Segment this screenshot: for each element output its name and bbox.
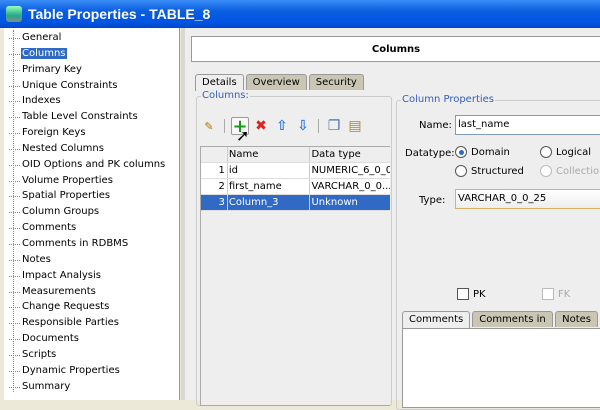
tree-item-label: Measurements bbox=[22, 285, 96, 297]
title-bar: Table Properties - TABLE_8 bbox=[0, 0, 600, 28]
tree-item-label: Responsible Parties bbox=[22, 317, 119, 329]
datatype-label: Datatype: bbox=[405, 148, 455, 159]
radio-domain[interactable]: Domain bbox=[455, 146, 510, 158]
tree-item-foreign-keys[interactable]: Foreign Keys bbox=[4, 125, 179, 141]
tree-item-primary-key[interactable]: Primary Key bbox=[4, 62, 179, 78]
radio-structured[interactable]: Structured bbox=[455, 165, 524, 177]
tab-overview[interactable]: Overview bbox=[245, 74, 307, 90]
tree-item-notes[interactable]: Notes bbox=[4, 252, 179, 268]
tree-item-summary[interactable]: Summary bbox=[4, 379, 179, 395]
delete-column-button[interactable]: ✖ bbox=[252, 117, 270, 135]
tree-item-change-requests[interactable]: Change Requests bbox=[4, 299, 179, 315]
columns-group: Columns: ✎ + ✖ ⇧ ⇩ ❐ ▤ Name Data type 1i… bbox=[196, 90, 392, 406]
tab-comments[interactable]: Comments bbox=[402, 311, 471, 328]
comments-textarea[interactable] bbox=[402, 328, 600, 408]
tree-item-dynamic-properties[interactable]: Dynamic Properties bbox=[4, 363, 179, 379]
tree-item-label: Foreign Keys bbox=[22, 127, 86, 139]
tree-item-label: Table Level Constraints bbox=[22, 111, 138, 123]
tree-item-label: Scripts bbox=[22, 348, 57, 360]
tree-item-measurements[interactable]: Measurements bbox=[4, 284, 179, 300]
paste-icon[interactable]: ▤ bbox=[346, 117, 364, 135]
edit-icon[interactable]: ✎ bbox=[200, 117, 218, 135]
columns-group-label: Columns: bbox=[201, 90, 250, 101]
tree-item-columns[interactable]: Columns bbox=[4, 46, 179, 62]
tree-item-label: Comments bbox=[22, 222, 77, 234]
tree-item-responsible-parties[interactable]: Responsible Parties bbox=[4, 315, 179, 331]
tree-item-label: OID Options and PK columns bbox=[22, 158, 166, 170]
tree-item-label: Impact Analysis bbox=[22, 269, 101, 281]
tree-item-nested-columns[interactable]: Nested Columns bbox=[4, 141, 179, 157]
tree-item-label: Change Requests bbox=[22, 301, 110, 313]
tab-details[interactable]: Details bbox=[195, 74, 244, 91]
type-label: Type: bbox=[419, 195, 446, 206]
name-input[interactable]: last_name bbox=[455, 115, 600, 135]
comments-section: Comments Comments in RDBMS Notes bbox=[398, 304, 600, 408]
move-up-button[interactable]: ⇧ bbox=[273, 117, 291, 135]
table-row[interactable]: 1 id NUMERIC_6_0_0 bbox=[201, 163, 390, 179]
tree-item-spatial-properties[interactable]: Spatial Properties bbox=[4, 188, 179, 204]
tab-notes[interactable]: Notes bbox=[555, 311, 598, 327]
tab-comments-in-rdbms[interactable]: Comments in RDBMS bbox=[472, 311, 554, 340]
properties-tree[interactable]: General Columns Primary Key Unique Constrai… bbox=[4, 28, 180, 400]
tree-item-documents[interactable]: Documents bbox=[4, 331, 179, 347]
tree-item-label: Primary Key bbox=[22, 63, 82, 75]
tree-item-label: General bbox=[22, 32, 62, 43]
tree-item-label: Columns bbox=[21, 47, 67, 59]
name-label: Name: bbox=[419, 120, 452, 131]
fk-checkbox: FK bbox=[542, 288, 570, 300]
pk-checkbox[interactable]: PK bbox=[457, 288, 486, 300]
mouse-cursor-icon: ➚ bbox=[236, 126, 250, 145]
header-data-type[interactable]: Data type bbox=[310, 147, 390, 162]
column-properties-label: Column Properties bbox=[401, 94, 496, 105]
page-title: Columns bbox=[191, 36, 600, 62]
tree-item-impact-analysis[interactable]: Impact Analysis bbox=[4, 268, 179, 284]
tree-item-label: Indexes bbox=[22, 95, 61, 107]
table-row-selected[interactable]: 3 Column_3 Unknown bbox=[201, 195, 390, 211]
move-down-button[interactable]: ⇩ bbox=[294, 117, 312, 135]
tree-item-general[interactable]: General bbox=[4, 30, 179, 46]
table-header: Name Data type bbox=[201, 147, 390, 163]
tree-item-label: Volume Properties bbox=[22, 174, 113, 186]
type-select[interactable]: VARCHAR_0_0_25 bbox=[455, 189, 600, 209]
radio-collection: Collection bbox=[540, 165, 600, 177]
tree-item-label: Dynamic Properties bbox=[22, 364, 120, 376]
tab-security[interactable]: Security bbox=[308, 74, 364, 90]
tree-item-table-level-constraints[interactable]: Table Level Constraints bbox=[4, 109, 179, 125]
radio-logical[interactable]: Logical bbox=[540, 146, 591, 158]
tree-item-comments-in-rdbms[interactable]: Comments in RDBMS bbox=[4, 236, 179, 252]
header-name[interactable]: Name bbox=[228, 147, 311, 162]
table-row[interactable]: 2 first_name VARCHAR_0_0... bbox=[201, 179, 390, 195]
tree-item-label: Summary bbox=[22, 380, 71, 392]
columns-table[interactable]: Name Data type 1 id NUMERIC_6_0_0 2 first_n… bbox=[200, 146, 390, 406]
tree-item-label: Unique Constraints bbox=[22, 79, 118, 91]
tree-item-unique-constraints[interactable]: Unique Constraints bbox=[4, 78, 179, 94]
tree-item-label: Column Groups bbox=[22, 206, 100, 218]
tree-item-label: Documents bbox=[22, 333, 80, 345]
copy-icon[interactable]: ❐ bbox=[325, 117, 343, 135]
tree-item-label: Spatial Properties bbox=[22, 190, 111, 202]
tree-item-oid-options-and-pk-columns[interactable]: OID Options and PK columns bbox=[4, 157, 179, 173]
tree-item-column-groups[interactable]: Column Groups bbox=[4, 204, 179, 220]
tree-item-indexes[interactable]: Indexes bbox=[4, 93, 179, 109]
tree-item-label: Comments in RDBMS bbox=[22, 237, 129, 249]
tree-item-volume-properties[interactable]: Volume Properties bbox=[4, 173, 179, 189]
tree-item-label: Notes bbox=[22, 253, 51, 265]
window-title: Table Properties - TABLE_8 bbox=[28, 6, 211, 22]
table-app-icon bbox=[6, 6, 22, 22]
tree-item-comments[interactable]: Comments bbox=[4, 220, 179, 236]
tree-item-scripts[interactable]: Scripts bbox=[4, 347, 179, 363]
tree-item-label: Nested Columns bbox=[22, 142, 104, 154]
